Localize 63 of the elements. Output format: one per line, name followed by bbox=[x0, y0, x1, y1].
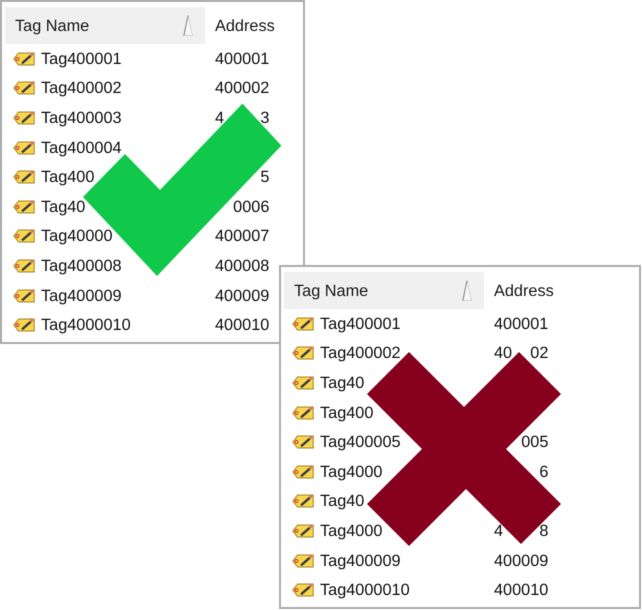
tag-name-text[interactable]: Tag400002 bbox=[320, 343, 401, 364]
address-text: 400001 bbox=[215, 48, 270, 69]
tag-pencil-icon bbox=[292, 435, 314, 450]
tag-pencil-icon bbox=[13, 170, 35, 184]
address-text: 8 bbox=[539, 520, 548, 541]
tag-name-text[interactable]: Tag400005 bbox=[320, 432, 401, 452]
tag-name-text[interactable]: Tag400001 bbox=[41, 48, 122, 69]
address-text: 400008 bbox=[215, 256, 270, 276]
tag-name-text[interactable]: Tag400001 bbox=[320, 314, 401, 334]
address-text: 5 bbox=[260, 167, 270, 188]
tag-pencil-icon bbox=[292, 464, 314, 479]
address-text: 400010 bbox=[215, 315, 270, 336]
tag-name-text[interactable]: Tag40 bbox=[41, 196, 86, 217]
address-text: 400010 bbox=[494, 580, 548, 600]
address-text: 4 bbox=[215, 108, 224, 128]
tag-pencil-icon bbox=[292, 524, 314, 538]
tag-pencil-icon bbox=[13, 140, 35, 155]
address-text: 400002 bbox=[215, 78, 270, 98]
tag-name-text[interactable]: Tag4000010 bbox=[41, 315, 131, 336]
tag-pencil-icon bbox=[292, 376, 314, 390]
tag-pencil-icon bbox=[13, 288, 35, 303]
tag-name-text[interactable]: Tag400009 bbox=[41, 286, 122, 306]
tag-pencil-icon bbox=[292, 346, 314, 360]
address-text: 400001 bbox=[494, 314, 548, 334]
tag-name-text[interactable]: Tag400004 bbox=[41, 138, 122, 158]
tag-name-text[interactable]: Tag4000 bbox=[320, 520, 382, 541]
tag-pencil-icon bbox=[13, 229, 35, 244]
sort-arrow-icon bbox=[462, 280, 472, 301]
address-text: 3 bbox=[260, 108, 270, 128]
tag-name-text[interactable]: Tag4000010 bbox=[320, 580, 410, 600]
sort-arrow-icon bbox=[183, 15, 193, 36]
tag-pencil-icon bbox=[292, 316, 314, 331]
tag-pencil-icon bbox=[13, 81, 35, 96]
tag-pencil-icon bbox=[13, 52, 35, 66]
tag-name-text[interactable]: Tag40000 bbox=[41, 226, 113, 246]
address-text: 400009 bbox=[215, 286, 270, 306]
address-text: 02 bbox=[530, 343, 548, 364]
tag-pencil-icon bbox=[13, 200, 35, 214]
tag-name-text[interactable]: Tag400 bbox=[320, 402, 374, 423]
address-text: 400007 bbox=[215, 226, 270, 246]
address-text: 005 bbox=[521, 432, 548, 452]
tag-name-text[interactable]: Tag400009 bbox=[320, 550, 401, 571]
tag-name-text[interactable]: Tag40 bbox=[320, 372, 364, 393]
tag-pencil-icon bbox=[13, 258, 35, 273]
address-text: 4 bbox=[494, 520, 504, 541]
tag-pencil-icon bbox=[13, 110, 35, 125]
tag-pencil-icon bbox=[292, 494, 314, 508]
tag-pencil-icon bbox=[292, 583, 314, 598]
tag-pencil-icon bbox=[13, 318, 35, 332]
tag-name-text[interactable]: Tag400002 bbox=[41, 78, 122, 98]
tag-name-text[interactable]: Tag4000 bbox=[320, 462, 382, 482]
address-text: 6 bbox=[539, 462, 548, 482]
tag-name-text[interactable]: Tag400008 bbox=[41, 256, 122, 276]
address-text: 400009 bbox=[494, 550, 548, 571]
tag-pencil-icon bbox=[292, 554, 314, 568]
tag-name-text[interactable]: Tag400 bbox=[41, 167, 94, 188]
tag-name-text[interactable]: Tag40 bbox=[320, 491, 364, 512]
address-text: 0006 bbox=[233, 196, 270, 217]
column-header[interactable]: Tag Name bbox=[5, 7, 205, 44]
address-text: 40 bbox=[494, 343, 512, 364]
tag-pencil-icon bbox=[292, 406, 314, 420]
tag-name-text[interactable]: Tag400003 bbox=[41, 108, 122, 128]
column-header[interactable]: Tag Name bbox=[284, 272, 484, 309]
